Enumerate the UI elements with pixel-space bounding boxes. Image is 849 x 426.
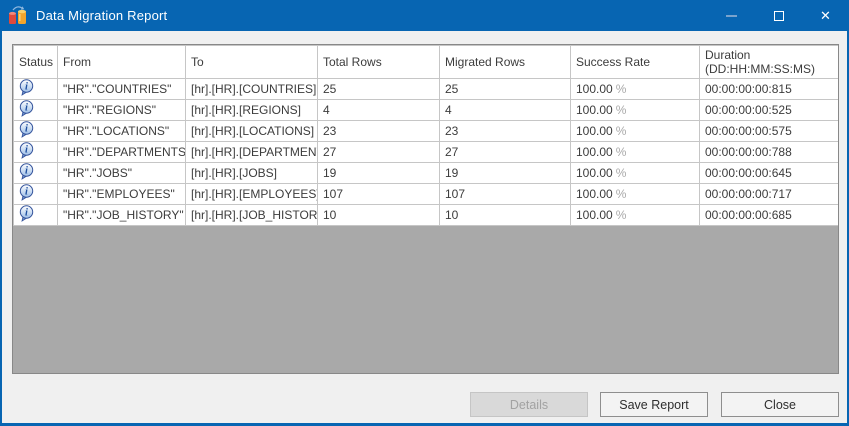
duration-cell: 00:00:00:00:717: [699, 183, 838, 205]
save-report-button[interactable]: Save Report: [600, 392, 708, 417]
total-rows-cell: 25: [317, 78, 440, 100]
info-status-icon: i: [19, 100, 34, 117]
svg-text:i: i: [25, 103, 28, 114]
total-rows-cell: 23: [317, 120, 440, 142]
status-cell: i: [13, 120, 58, 142]
table-row[interactable]: i "HR"."EMPLOYEES" [hr].[HR].[EMPLOYEES] 10…: [13, 183, 838, 205]
info-status-icon: i: [19, 163, 34, 180]
from-cell: "HR"."COUNTRIES": [57, 78, 186, 100]
maximize-button[interactable]: [755, 0, 802, 31]
total-rows-cell: 19: [317, 162, 440, 184]
col-header-from[interactable]: From: [57, 45, 186, 79]
status-cell: i: [13, 183, 58, 205]
to-cell: [hr].[HR].[JOB_HISTORY]: [185, 204, 318, 226]
col-header-total-rows[interactable]: Total Rows: [317, 45, 440, 79]
migrated-rows-cell: 25: [439, 78, 571, 100]
status-cell: i: [13, 99, 58, 121]
info-status-icon: i: [19, 121, 34, 138]
to-cell: [hr].[HR].[EMPLOYEES]: [185, 183, 318, 205]
migrated-rows-cell: 4: [439, 99, 571, 121]
status-cell: i: [13, 204, 58, 226]
from-cell: "HR"."EMPLOYEES": [57, 183, 186, 205]
svg-text:i: i: [25, 208, 28, 219]
duration-cell: 00:00:00:00:788: [699, 141, 838, 163]
status-cell: i: [13, 162, 58, 184]
duration-cell: 00:00:00:00:815: [699, 78, 838, 100]
table-row[interactable]: i "HR"."LOCATIONS" [hr].[HR].[LOCATIONS] 23…: [13, 120, 838, 142]
window-controls: ✕: [708, 0, 847, 31]
table-row[interactable]: i "HR"."DEPARTMENTS"[hr].[HR].[DEPARTMENT…: [13, 141, 838, 163]
close-icon: ✕: [820, 8, 831, 23]
total-rows-cell: 4: [317, 99, 440, 121]
status-cell: i: [13, 78, 58, 100]
success-rate-cell: 100.00%: [570, 183, 700, 205]
from-cell: "HR"."JOB_HISTORY": [57, 204, 186, 226]
window-title: Data Migration Report: [36, 8, 168, 23]
to-cell: [hr].[HR].[LOCATIONS]: [185, 120, 318, 142]
info-status-icon: i: [19, 184, 34, 201]
success-rate-cell: 100.00%: [570, 120, 700, 142]
table-row[interactable]: i "HR"."REGIONS" [hr].[HR].[REGIONS] 4 4 100.…: [13, 99, 838, 121]
data-migration-report-window: Data Migration Report ✕ Status From To T…: [0, 0, 849, 426]
to-cell: [hr].[HR].[JOBS]: [185, 162, 318, 184]
total-rows-cell: 107: [317, 183, 440, 205]
to-cell: [hr].[HR].[REGIONS]: [185, 99, 318, 121]
close-report-button[interactable]: Close: [721, 392, 839, 417]
success-rate-cell: 100.00%: [570, 141, 700, 163]
duration-cell: 00:00:00:00:525: [699, 99, 838, 121]
col-header-migrated-rows[interactable]: Migrated Rows: [439, 45, 571, 79]
from-cell: "HR"."JOBS": [57, 162, 186, 184]
svg-text:i: i: [25, 82, 28, 93]
svg-text:i: i: [25, 187, 28, 198]
table-row[interactable]: i "HR"."JOB_HISTORY" [hr].[HR].[JOB_HISTOR…: [13, 204, 838, 226]
table-row[interactable]: i "HR"."JOBS" [hr].[HR].[JOBS] 19 19 100.00% 0…: [13, 162, 838, 184]
col-header-status[interactable]: Status: [13, 45, 58, 79]
svg-text:i: i: [25, 166, 28, 177]
col-header-to[interactable]: To: [185, 45, 318, 79]
total-rows-cell: 27: [317, 141, 440, 163]
duration-cell: 00:00:00:00:575: [699, 120, 838, 142]
maximize-icon: [773, 10, 784, 21]
duration-cell: 00:00:00:00:645: [699, 162, 838, 184]
titlebar: Data Migration Report ✕: [2, 0, 847, 31]
app-icon: [9, 5, 26, 24]
to-cell: [hr].[HR].[COUNTRIES]: [185, 78, 318, 100]
total-rows-cell: 10: [317, 204, 440, 226]
header-row: Status From To Total Rows Migrated Rows …: [13, 45, 838, 79]
minimize-icon: [726, 14, 737, 17]
close-button[interactable]: ✕: [802, 0, 847, 31]
from-cell: "HR"."LOCATIONS": [57, 120, 186, 142]
status-cell: i: [13, 141, 58, 163]
success-rate-cell: 100.00%: [570, 162, 700, 184]
svg-text:i: i: [25, 124, 28, 135]
col-header-success-rate[interactable]: Success Rate: [570, 45, 700, 79]
table-row[interactable]: i "HR"."COUNTRIES" [hr].[HR].[COUNTRIES] 25…: [13, 78, 838, 100]
info-status-icon: i: [19, 79, 34, 96]
duration-cell: 00:00:00:00:685: [699, 204, 838, 226]
info-status-icon: i: [19, 205, 34, 222]
success-rate-cell: 100.00%: [570, 78, 700, 100]
migrated-rows-cell: 107: [439, 183, 571, 205]
from-cell: "HR"."DEPARTMENTS": [57, 141, 186, 163]
svg-text:i: i: [25, 145, 28, 156]
from-cell: "HR"."REGIONS": [57, 99, 186, 121]
to-cell: [hr].[HR].[DEPARTMENTS]: [185, 141, 318, 163]
minimize-button[interactable]: [708, 0, 755, 31]
migrated-rows-cell: 19: [439, 162, 571, 184]
col-header-duration[interactable]: Duration (DD:HH:MM:SS:MS): [699, 45, 838, 79]
success-rate-cell: 100.00%: [570, 204, 700, 226]
migrated-rows-cell: 23: [439, 120, 571, 142]
migrated-rows-cell: 27: [439, 141, 571, 163]
migration-report-grid[interactable]: Status From To Total Rows Migrated Rows …: [12, 44, 839, 374]
details-button: Details: [470, 392, 588, 417]
info-status-icon: i: [19, 142, 34, 159]
success-rate-cell: 100.00%: [570, 99, 700, 121]
migrated-rows-cell: 10: [439, 204, 571, 226]
